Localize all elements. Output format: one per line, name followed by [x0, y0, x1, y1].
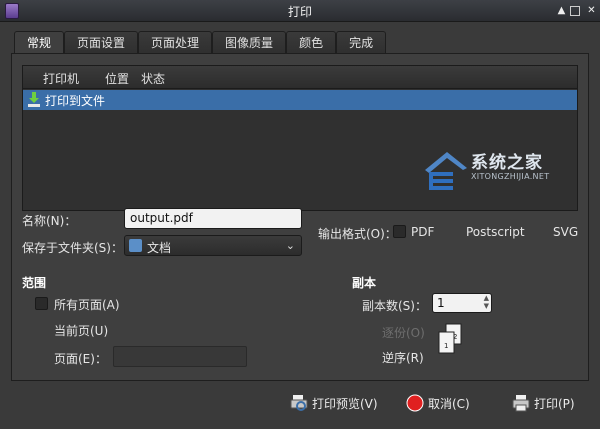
printer-name: 打印到文件 — [45, 94, 106, 108]
chevron-down-icon: ⌄ — [285, 239, 295, 252]
house-logo-icon — [425, 152, 467, 190]
current-page-label[interactable]: 当前页(U) — [54, 322, 108, 339]
tab-general[interactable]: 常规 — [14, 31, 65, 55]
copies-title: 副本 — [352, 276, 377, 290]
print-preview-label: 打印预览(V) — [312, 396, 378, 411]
pages-label[interactable]: 页面(E)： — [54, 350, 107, 367]
general-panel: 打印机 位置 状态 打印到文件 系统之家 XITONGZHIJIA.NET 名称… — [11, 53, 589, 381]
folder-label: 保存于文件夹(S)： — [22, 241, 123, 255]
printer-row-print-to-file[interactable]: 打印到文件 — [23, 90, 577, 110]
reverse-label[interactable]: 逆序(R) — [382, 349, 424, 366]
cancel-button[interactable]: 取消(C) — [406, 390, 470, 416]
tab-page-setup[interactable]: 页面设置 — [64, 31, 139, 54]
cancel-icon — [406, 394, 424, 412]
print-label: 打印(P) — [534, 396, 575, 411]
folder-select[interactable]: 文档 ⌄ — [124, 235, 302, 256]
watermark-logo: 系统之家 XITONGZHIJIA.NET — [419, 142, 579, 202]
title-bar: 打印 ▲ ✕ — [0, 0, 600, 22]
output-format-label: 输出格式(O)： — [318, 227, 397, 241]
print-preview-icon — [290, 395, 308, 411]
copies-stepper[interactable]: 1 ▲ ▼ — [432, 293, 492, 313]
copies-count-label: 副本数(S)： — [362, 299, 427, 313]
format-svg[interactable]: SVG — [553, 225, 578, 239]
print-preview-button[interactable]: 打印预览(V) — [290, 390, 378, 416]
maximize-window-icon[interactable] — [570, 6, 580, 16]
stepper-arrows-icon[interactable]: ▲ ▼ — [484, 294, 489, 310]
printer-list-header: 打印机 位置 状态 — [23, 66, 577, 89]
tab-image-quality[interactable]: 图像质量 — [212, 31, 287, 54]
printer-list[interactable]: 打印机 位置 状态 打印到文件 系统之家 XITONGZHIJIA.NET — [22, 65, 578, 211]
collate-pages-icon: 2 1 — [438, 323, 462, 354]
tab-bar: 常规 页面设置 页面处理 图像质量 颜色 完成 — [14, 31, 387, 55]
print-button[interactable]: 打印(P) — [512, 390, 575, 416]
all-pages-radio[interactable] — [35, 297, 48, 310]
format-pdf[interactable]: PDF — [411, 225, 434, 239]
watermark-text: 系统之家 — [471, 153, 543, 173]
format-postscript[interactable]: Postscript — [466, 225, 525, 239]
download-icon — [28, 92, 40, 107]
range-title: 范围 — [22, 276, 47, 290]
shade-window-icon[interactable]: ▲ — [555, 4, 568, 17]
column-location[interactable]: 位置 — [105, 70, 129, 87]
window-title: 打印 — [287, 5, 312, 19]
pdf-radio[interactable] — [393, 225, 406, 238]
collate-label[interactable]: 逐份(O) — [382, 324, 425, 341]
column-printer[interactable]: 打印机 — [43, 70, 79, 87]
tab-color[interactable]: 颜色 — [286, 31, 337, 54]
tab-finishing[interactable]: 完成 — [336, 31, 387, 54]
cancel-label: 取消(C) — [428, 396, 470, 411]
folder-value: 文档 — [147, 241, 172, 255]
file-name-input[interactable]: output.pdf — [124, 208, 302, 229]
name-label: 名称(N)： — [22, 214, 77, 228]
folder-icon — [129, 239, 142, 252]
tab-page-handling[interactable]: 页面处理 — [138, 31, 213, 54]
printer-icon — [512, 395, 530, 412]
pages-input[interactable] — [113, 346, 247, 367]
close-window-icon[interactable]: ✕ — [585, 4, 598, 17]
copies-count-value: 1 — [437, 296, 445, 310]
all-pages-label[interactable]: 所有页面(A) — [54, 296, 120, 313]
svg-text:1: 1 — [444, 342, 448, 350]
watermark-subtext: XITONGZHIJIA.NET — [471, 172, 550, 181]
column-status[interactable]: 状态 — [141, 70, 165, 87]
